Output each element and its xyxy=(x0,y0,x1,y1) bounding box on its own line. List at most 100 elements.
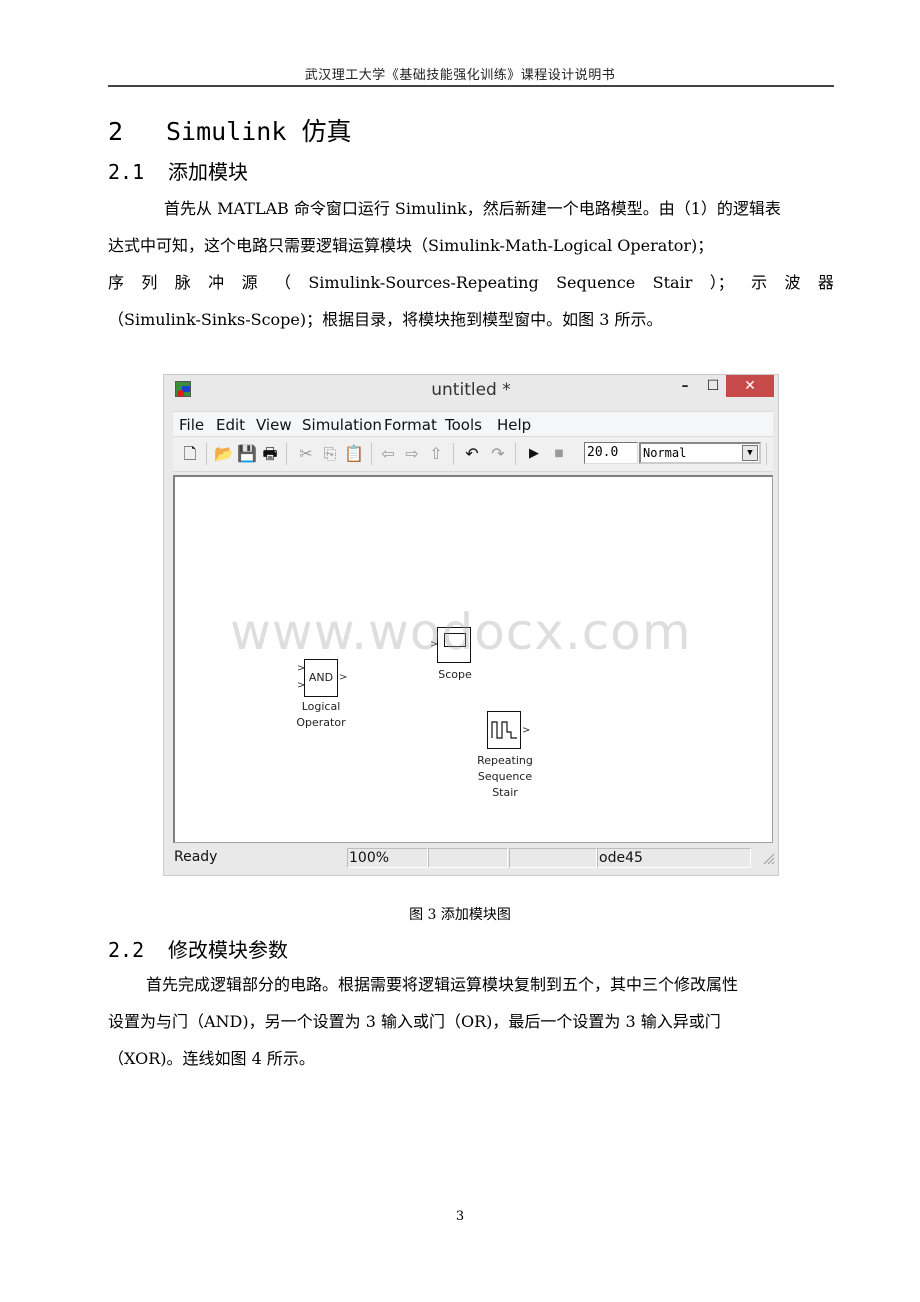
chevron-down-icon[interactable]: ▼ xyxy=(742,445,758,461)
status-solver: ode45 xyxy=(597,848,751,868)
scope-screen-icon xyxy=(444,633,466,647)
word: Sequence xyxy=(556,273,636,292)
block-label: Repeating Sequence Stair xyxy=(471,753,539,801)
scope-block[interactable]: > Scope xyxy=(429,627,481,687)
word: 冲 xyxy=(208,273,225,292)
word: 序 xyxy=(108,273,125,292)
stop-simulation-icon[interactable]: ■ xyxy=(548,444,570,464)
menu-edit[interactable]: Edit xyxy=(216,416,245,434)
word: （ xyxy=(274,273,291,292)
page-number: 3 xyxy=(455,1209,465,1224)
cut-icon[interactable]: ✂ xyxy=(295,444,317,464)
word: 示 xyxy=(751,273,768,292)
menu-tools[interactable]: Tools xyxy=(445,416,482,434)
simulation-mode-value: Normal xyxy=(643,446,687,460)
block-label: Scope xyxy=(438,668,472,681)
word: 源 xyxy=(241,273,258,292)
page-header: 武汉理工大学《基础技能强化训练》课程设计说明书 xyxy=(304,68,616,83)
undo-icon[interactable]: ↶ xyxy=(461,444,483,464)
toolbar: 🗋 📂 💾 🖶 ✂ ⎘ 📋 ⇦ ⇨ ⇧ ↶ ↷ ▶ ■ 20.0 Normal … xyxy=(173,437,773,472)
toolbar-separator xyxy=(206,443,207,465)
word: Stair xyxy=(652,273,693,292)
status-cell xyxy=(509,848,597,868)
up-icon[interactable]: ⇧ xyxy=(425,444,447,464)
block-label-line: Sequence xyxy=(477,770,533,783)
word: 列 xyxy=(141,273,158,292)
scope-box xyxy=(437,627,471,663)
block-label-line: Logical xyxy=(301,700,341,713)
close-button[interactable]: ✕ xyxy=(726,375,774,397)
section-heading: 2 Simulink 仿真 xyxy=(108,112,352,148)
copy-icon[interactable]: ⎘ xyxy=(319,444,341,464)
block-label-line: Stair xyxy=(492,786,518,799)
repeating-sequence-stair-box xyxy=(487,711,521,749)
repeating-sequence-stair-block[interactable]: > Repeating Sequence Stair xyxy=(469,711,545,807)
section-number: 2 xyxy=(108,117,124,146)
section-title-latin: Simulink xyxy=(166,117,287,146)
paste-icon[interactable]: 📋 xyxy=(343,444,365,464)
section-title-zh: 仿真 xyxy=(301,117,352,146)
word: 脉 xyxy=(174,273,191,292)
status-zoom: 100% xyxy=(347,848,428,868)
subsection-heading-2-2: 2.2 修改模块参数 xyxy=(108,934,288,963)
stop-time-input[interactable]: 20.0 xyxy=(584,442,638,464)
word: 器 xyxy=(817,273,834,292)
start-simulation-icon[interactable]: ▶ xyxy=(523,444,545,464)
logical-operator-block[interactable]: > > AND > Logical Operator xyxy=(289,657,349,729)
paragraph-line: 设置为与门（AND)，另一个设置为 3 输入或门（OR)，最后一个设置为 3 输… xyxy=(108,1012,721,1031)
subsection-title: 添加模块 xyxy=(168,160,248,184)
status-cell xyxy=(428,848,508,868)
subsection-heading-2-1: 2.1 添加模块 xyxy=(108,156,248,185)
word: Simulink-Sources-Repeating xyxy=(308,273,539,292)
status-bar: Ready 100% ode45 xyxy=(173,847,775,869)
block-operator-text: AND xyxy=(308,671,334,684)
simulation-mode-select[interactable]: Normal ▼ xyxy=(639,442,761,464)
title-bar[interactable]: untitled * – ☐ ✕ xyxy=(164,375,778,405)
open-icon[interactable]: 📂 xyxy=(213,444,235,464)
new-icon[interactable]: 🗋 xyxy=(179,444,201,464)
toolbar-separator xyxy=(453,443,454,465)
paragraph-line: （XOR)。连线如图 4 所示。 xyxy=(108,1049,315,1068)
toolbar-separator xyxy=(766,443,767,465)
menu-view[interactable]: View xyxy=(256,416,292,434)
block-label-line: Repeating xyxy=(477,754,533,767)
menu-simulation[interactable]: Simulation xyxy=(302,416,382,434)
word: 波 xyxy=(784,273,801,292)
block-label: Logical Operator xyxy=(289,699,353,731)
menu-format[interactable]: Format xyxy=(384,416,437,434)
paragraph-line: （Simulink-Sinks-Scope)；根据目录，将模块拖到模型窗中。如图… xyxy=(108,310,663,329)
menu-file[interactable]: File xyxy=(179,416,204,434)
resize-grip-icon[interactable] xyxy=(761,851,775,865)
paragraph-line: 达式中可知，这个电路只需要逻辑运算模块（Simulink-Math-Logica… xyxy=(108,236,714,255)
output-port-icon: > xyxy=(522,725,531,736)
save-icon[interactable]: 💾 xyxy=(236,444,258,464)
paragraph-line: 首先从 MATLAB 命令窗口运行 Simulink，然后新建一个电路模型。由（… xyxy=(164,199,781,218)
model-canvas[interactable]: > > AND > Logical Operator > Scope > Rep… xyxy=(173,475,773,843)
redo-icon[interactable]: ↷ xyxy=(487,444,509,464)
subsection-number: 2.1 xyxy=(108,160,145,184)
paragraph-line: 首先完成逻辑部分的电路。根据需要将逻辑运算模块复制到五个，其中三个修改属性 xyxy=(146,975,739,994)
maximize-button[interactable]: ☐ xyxy=(698,375,728,397)
back-icon[interactable]: ⇦ xyxy=(377,444,399,464)
menu-help[interactable]: Help xyxy=(497,416,531,434)
figure-caption: 图 3 添加模块图 xyxy=(409,907,511,923)
print-icon[interactable]: 🖶 xyxy=(259,444,281,464)
minimize-button[interactable]: – xyxy=(670,375,700,397)
paragraph-2: 首先完成逻辑部分的电路。根据需要将逻辑运算模块复制到五个，其中三个修改属性 设置… xyxy=(108,966,834,1077)
forward-icon[interactable]: ⇨ xyxy=(401,444,423,464)
header-rule xyxy=(108,85,834,87)
logical-operator-box: AND xyxy=(304,659,338,697)
toolbar-separator xyxy=(515,443,516,465)
menu-bar: File Edit View Simulation Format Tools H… xyxy=(173,411,773,437)
paragraph-line-justified: 序 列 脉 冲 源 （ Simulink-Sources-Repeating S… xyxy=(108,264,834,301)
simulink-window: untitled * – ☐ ✕ File Edit View Simulati… xyxy=(163,374,779,876)
toolbar-separator xyxy=(371,443,372,465)
status-state: Ready xyxy=(174,849,218,865)
block-label-line: Operator xyxy=(296,716,346,729)
stair-waveform-icon xyxy=(491,721,517,739)
toolbar-separator xyxy=(286,443,287,465)
subsection-number: 2.2 xyxy=(108,938,145,962)
word: ）； xyxy=(709,273,734,292)
paragraph-1: 首先从 MATLAB 命令窗口运行 Simulink，然后新建一个电路模型。由（… xyxy=(108,190,834,338)
output-port-icon: > xyxy=(339,672,348,683)
